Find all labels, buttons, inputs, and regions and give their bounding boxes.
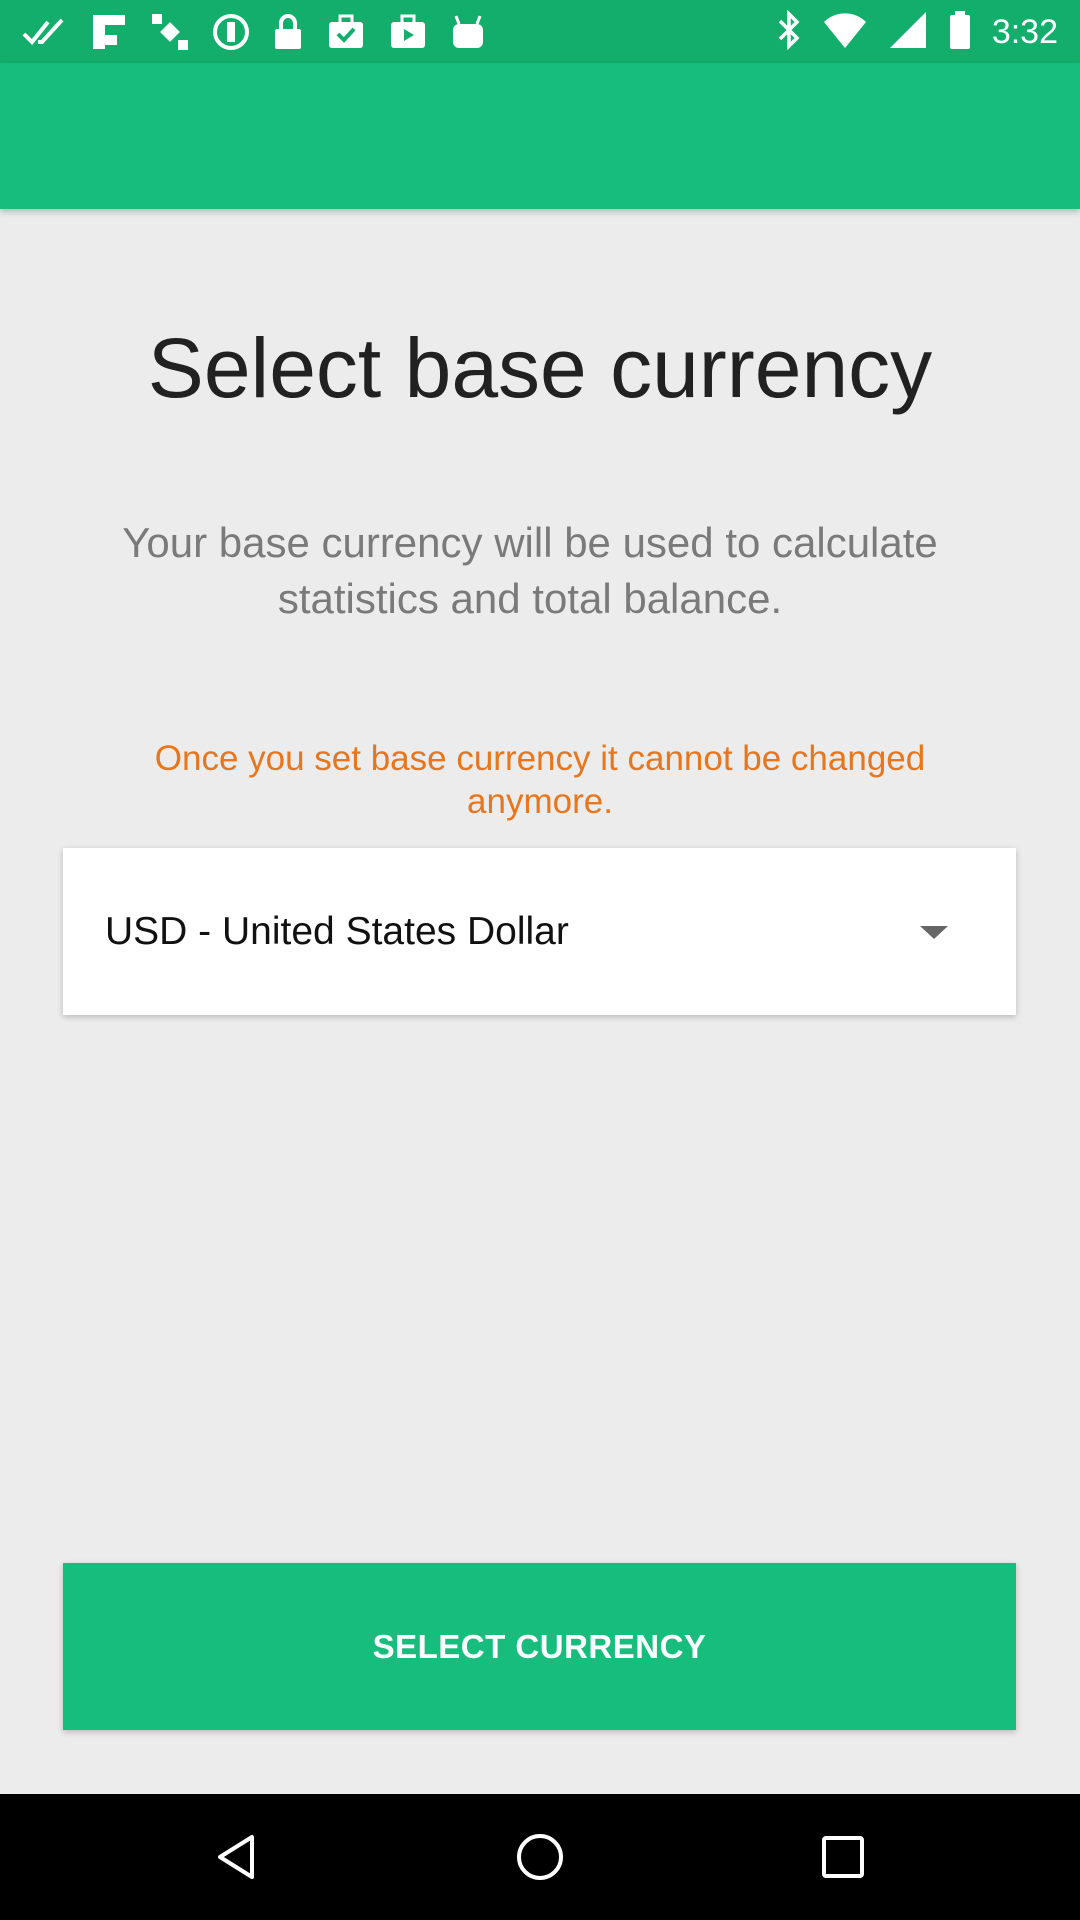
satellite-icon (150, 12, 190, 52)
signal-icon (888, 10, 928, 55)
status-bar-system: 3:32 (776, 9, 1058, 55)
back-icon[interactable] (212, 1832, 262, 1882)
currency-dropdown[interactable]: USD - United States Dollar (63, 848, 1016, 1015)
recents-icon[interactable] (818, 1832, 868, 1882)
navigation-bar (0, 1794, 1080, 1920)
wifi-icon (822, 10, 868, 55)
settings-circle-icon (212, 12, 250, 52)
chevron-down-icon (920, 926, 948, 939)
bluetooth-icon (776, 9, 802, 55)
status-bar-notification-icons (22, 12, 486, 52)
page-title: Select base currency (147, 321, 933, 415)
home-icon[interactable] (515, 1832, 565, 1882)
warning-text: Once you set base currency it cannot be … (154, 739, 926, 821)
briefcase-check-icon (326, 12, 366, 52)
android-icon (450, 12, 486, 52)
bag-play-icon (388, 12, 428, 52)
lock-icon (272, 12, 304, 52)
page-subtitle: Your base currency will be used to calcu… (122, 519, 938, 622)
currency-dropdown-value: USD - United States Dollar (105, 909, 569, 953)
status-bar-time: 3:32 (991, 12, 1058, 51)
flipboard-icon (90, 12, 128, 52)
double-check-icon (22, 12, 68, 52)
status-bar: 3:32 (0, 0, 1080, 63)
select-currency-button[interactable]: SELECT CURRENCY (63, 1563, 1016, 1730)
app-bar (0, 63, 1080, 209)
battery-icon (948, 10, 972, 55)
